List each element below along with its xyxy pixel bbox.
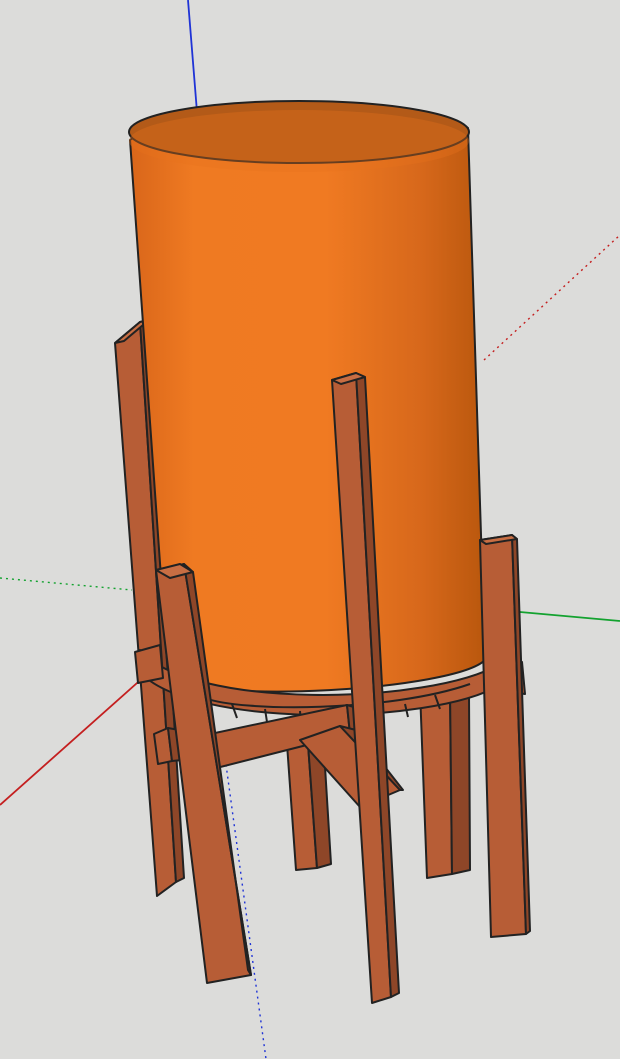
blue-axis xyxy=(187,0,198,113)
green-axis xyxy=(519,611,620,622)
red-axis xyxy=(0,674,147,806)
green-dotted-axis xyxy=(0,577,133,591)
3d-viewport[interactable] xyxy=(0,0,620,1059)
model-scene[interactable] xyxy=(0,0,620,1059)
red-dotted-axis xyxy=(483,234,620,361)
